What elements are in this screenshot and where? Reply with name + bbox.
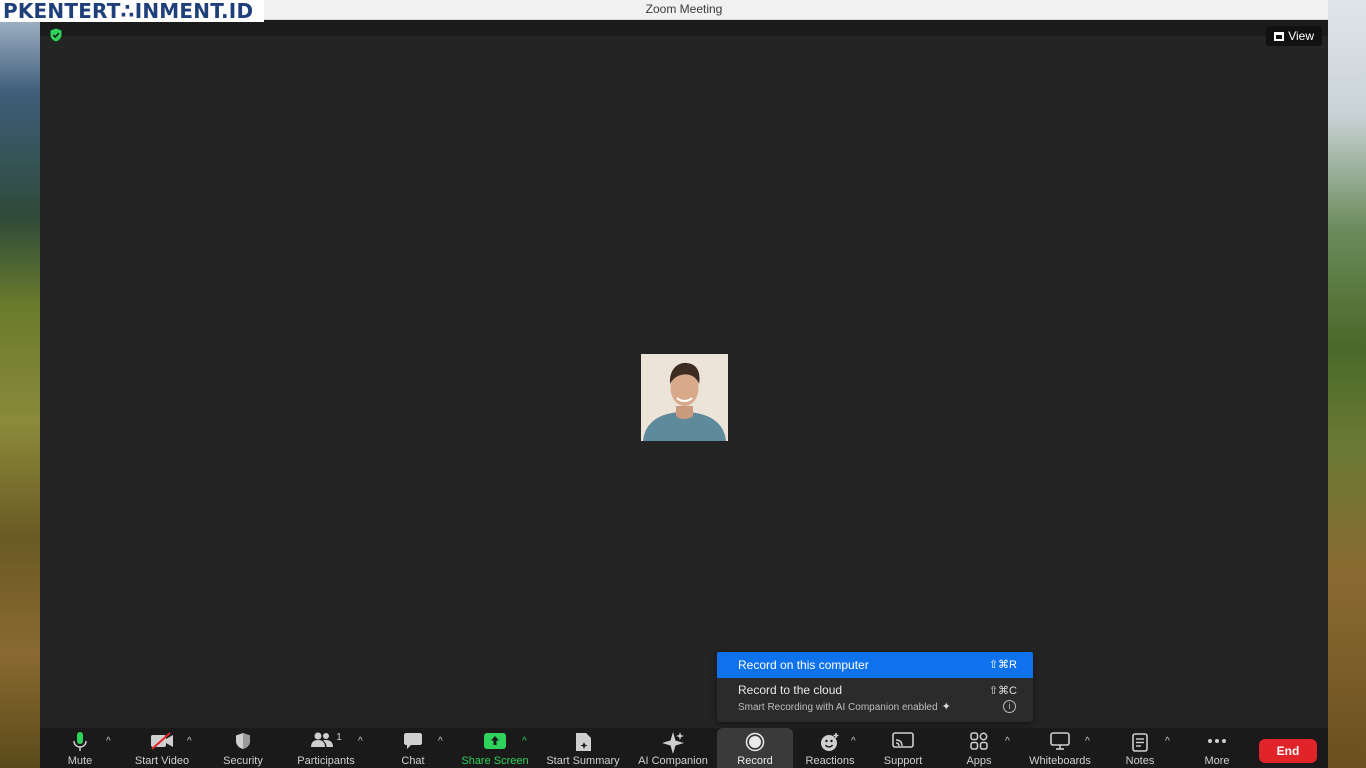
end-meeting-button[interactable]: End bbox=[1259, 739, 1317, 763]
support-icon bbox=[876, 728, 930, 754]
view-label: View bbox=[1288, 29, 1314, 43]
security-label: Security bbox=[223, 755, 263, 767]
meeting-toolbar: Mute ^ Start Video ^ Security 1 Particip… bbox=[40, 728, 1328, 768]
reactions-label: Reactions bbox=[805, 755, 855, 767]
record-label: Record bbox=[737, 755, 773, 767]
record-icon bbox=[717, 728, 793, 754]
notes-icon bbox=[1120, 728, 1160, 754]
zoom-meeting-window: Zoom Meeting View Record on this compute… bbox=[40, 0, 1328, 768]
chat-icon bbox=[395, 728, 431, 754]
ai-sparkle-icon: ✦ bbox=[941, 701, 951, 713]
chevron-up-icon[interactable]: ^ bbox=[522, 736, 527, 747]
participants-label: Participants bbox=[297, 755, 355, 767]
watermark: PKENTERT∴INMENT.ID bbox=[0, 0, 264, 22]
view-grid-icon bbox=[1274, 32, 1285, 41]
support-button[interactable]: Support bbox=[876, 728, 930, 768]
desktop-wallpaper-left bbox=[0, 0, 40, 768]
record-on-computer-option[interactable]: Record on this computer ⇧⌘R bbox=[717, 652, 1033, 678]
ai-companion-button[interactable]: AI Companion bbox=[634, 728, 712, 768]
summary-icon bbox=[543, 728, 623, 754]
desktop-wallpaper-right bbox=[1328, 0, 1366, 768]
whiteboards-label: Whiteboards bbox=[1029, 755, 1091, 767]
notes-label: Notes bbox=[1125, 755, 1155, 767]
record-to-cloud-option[interactable]: Record to the cloud ⇧⌘C Smart Recording … bbox=[717, 678, 1033, 722]
video-off-icon bbox=[132, 728, 192, 754]
reactions-icon bbox=[802, 728, 858, 754]
security-shield-icon bbox=[218, 728, 268, 754]
record-local-label: Record on this computer bbox=[738, 658, 869, 672]
chevron-up-icon[interactable]: ^ bbox=[106, 736, 111, 747]
record-local-shortcut: ⇧⌘R bbox=[988, 659, 1017, 671]
security-button[interactable]: Security bbox=[218, 728, 268, 768]
view-button[interactable]: View bbox=[1266, 26, 1322, 46]
chevron-up-icon[interactable]: ^ bbox=[438, 736, 443, 747]
start-video-button[interactable]: Start Video bbox=[132, 728, 192, 768]
whiteboard-icon bbox=[1026, 728, 1094, 754]
more-button[interactable]: More bbox=[1197, 728, 1237, 768]
chevron-up-icon[interactable]: ^ bbox=[1005, 736, 1010, 747]
participants-icon: 1 bbox=[294, 728, 358, 754]
participant-avatar bbox=[641, 354, 728, 441]
apps-button[interactable]: Apps bbox=[960, 728, 998, 768]
microphone-icon bbox=[65, 728, 95, 754]
chevron-up-icon[interactable]: ^ bbox=[358, 736, 363, 747]
record-button[interactable]: Record bbox=[717, 728, 793, 768]
support-label: Support bbox=[883, 755, 923, 767]
ai-companion-label: AI Companion bbox=[638, 755, 708, 767]
whiteboards-button[interactable]: Whiteboards bbox=[1026, 728, 1094, 768]
more-dots-icon bbox=[1197, 728, 1237, 754]
share-screen-label: Share Screen bbox=[461, 755, 529, 767]
apps-label: Apps bbox=[966, 755, 992, 767]
participant-count: 1 bbox=[336, 732, 342, 743]
notes-button[interactable]: Notes bbox=[1120, 728, 1160, 768]
chevron-up-icon[interactable]: ^ bbox=[1085, 736, 1090, 747]
shield-check-icon[interactable] bbox=[49, 28, 63, 42]
start-summary-button[interactable]: Start Summary bbox=[543, 728, 623, 768]
apps-icon bbox=[960, 728, 998, 754]
mute-label: Mute bbox=[67, 755, 93, 767]
reactions-button[interactable]: Reactions bbox=[802, 728, 858, 768]
record-cloud-subtext: Smart Recording with AI Companion enable… bbox=[738, 702, 938, 713]
more-label: More bbox=[1204, 755, 1230, 767]
info-icon[interactable]: i bbox=[1003, 700, 1016, 713]
chat-label: Chat bbox=[401, 755, 425, 767]
chevron-up-icon[interactable]: ^ bbox=[1165, 736, 1170, 747]
start-summary-label: Start Summary bbox=[546, 755, 620, 767]
participants-button[interactable]: 1 Participants bbox=[294, 728, 358, 768]
start-video-label: Start Video bbox=[134, 755, 190, 767]
chevron-up-icon[interactable]: ^ bbox=[851, 736, 856, 747]
participant-photo bbox=[641, 354, 728, 441]
record-menu: Record on this computer ⇧⌘R Record to th… bbox=[717, 652, 1033, 722]
mute-button[interactable]: Mute bbox=[65, 728, 95, 768]
share-screen-button[interactable]: Share Screen bbox=[458, 728, 532, 768]
ai-sparkle-icon bbox=[634, 728, 712, 754]
record-cloud-shortcut: ⇧⌘C bbox=[988, 685, 1017, 697]
share-screen-icon bbox=[458, 728, 532, 754]
chevron-up-icon[interactable]: ^ bbox=[187, 736, 192, 747]
chat-button[interactable]: Chat bbox=[395, 728, 431, 768]
